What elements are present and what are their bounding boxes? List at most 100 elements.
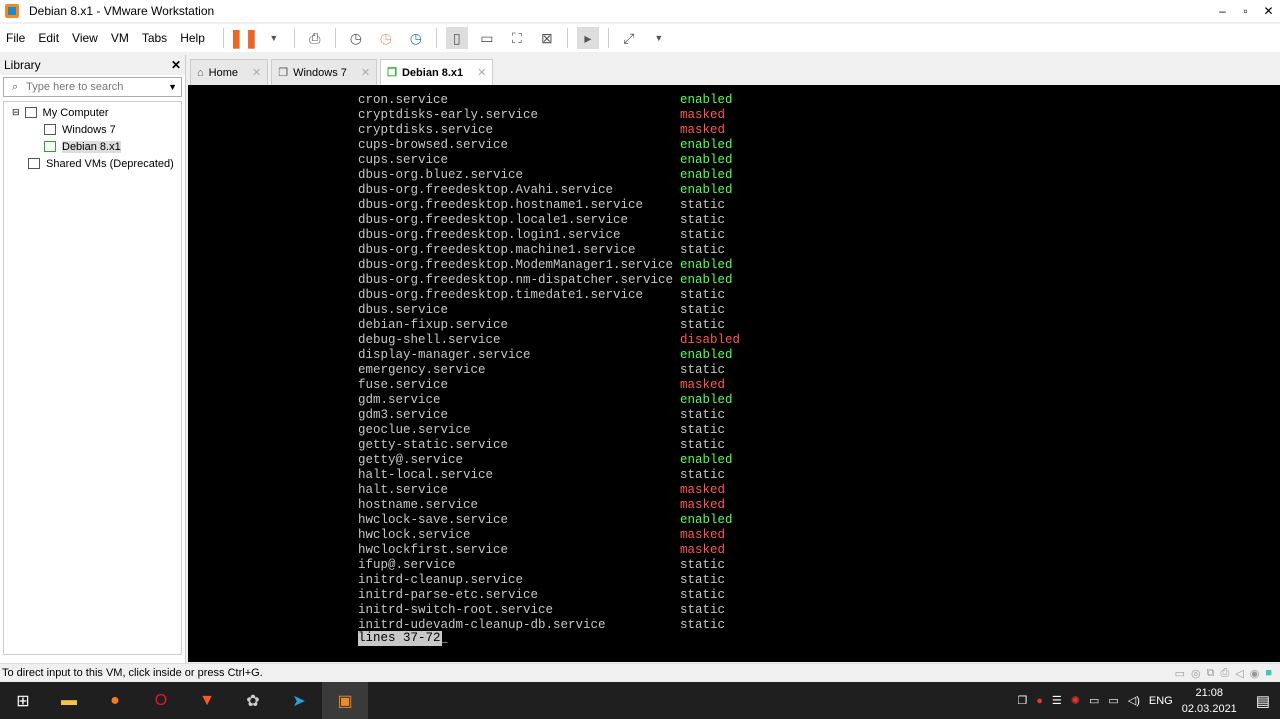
close-button[interactable]: ✕ xyxy=(1257,4,1280,18)
unit-state: enabled xyxy=(680,393,733,407)
tree-item-windows-7[interactable]: Windows 7 xyxy=(4,121,181,138)
unit-state: enabled xyxy=(680,153,733,167)
app-icon[interactable]: ✿ xyxy=(230,682,276,719)
full-screen-icon[interactable]: ⛶ xyxy=(506,27,528,49)
library-search-input[interactable]: ⌕ Type here to search ▼ xyxy=(3,77,182,97)
unit-name: geoclue.service xyxy=(358,423,471,437)
printer-icon[interactable]: ⎙ xyxy=(1220,667,1229,680)
hard-disk-icon[interactable]: ▭ xyxy=(1175,667,1185,680)
unit-state: enabled xyxy=(680,258,733,272)
tab-debian[interactable]: ❐ Debian 8.x1 ✕ xyxy=(380,59,494,85)
sound-icon[interactable]: ◁ xyxy=(1235,667,1243,680)
unit-state: enabled xyxy=(680,348,733,362)
menu-file[interactable]: File xyxy=(6,31,25,45)
send-ctrl-alt-del-icon[interactable]: ⎙ xyxy=(304,27,326,49)
message-log-icon[interactable]: ■ xyxy=(1265,667,1272,680)
unit-name: dbus-org.bluez.service xyxy=(358,168,524,182)
volume-icon[interactable]: ◁) xyxy=(1128,694,1140,707)
search-icon: ⌕ xyxy=(12,80,19,93)
menu-vm[interactable]: VM xyxy=(111,31,129,45)
network-icon[interactable]: ▭ xyxy=(1108,694,1118,707)
language-indicator[interactable]: ENG xyxy=(1149,695,1173,707)
unit-state: masked xyxy=(680,378,726,392)
console-view-icon[interactable]: ▸ xyxy=(576,27,599,49)
snapshot-manager-icon[interactable]: ◷ xyxy=(405,27,427,49)
snapshot-icon[interactable]: ◷ xyxy=(345,27,367,49)
tab-home[interactable]: ⌂ Home ✕ xyxy=(190,59,269,85)
network-app-tray-icon[interactable]: ✺ xyxy=(1071,694,1080,707)
unit-name: dbus-org.freedesktop.Avahi.service xyxy=(358,183,614,197)
unit-name: hwclock-save.service xyxy=(358,513,509,527)
unit-name: display-manager.service xyxy=(358,348,531,362)
menu-edit[interactable]: Edit xyxy=(38,31,59,45)
unit-state: enabled xyxy=(680,273,733,287)
tab-windows-7[interactable]: ❐ Windows 7 ✕ xyxy=(271,59,378,85)
battery-icon[interactable]: ▭ xyxy=(1089,694,1099,707)
vmware-taskbar-icon[interactable]: ▣ xyxy=(322,682,368,719)
maximize-button[interactable]: ▫ xyxy=(1234,4,1257,18)
telegram-icon[interactable]: ➤ xyxy=(276,682,322,719)
settings-tray-icon[interactable]: ☰ xyxy=(1052,694,1062,707)
close-tab-icon[interactable]: ✕ xyxy=(252,66,261,79)
close-tab-icon[interactable]: ✕ xyxy=(477,66,486,79)
notifications-icon[interactable]: ▤ xyxy=(1256,692,1270,710)
clock[interactable]: 21:08 02.03.2021 xyxy=(1182,685,1237,717)
chevron-down-icon[interactable]: ▼ xyxy=(648,27,670,49)
collapse-icon[interactable]: ⊟ xyxy=(12,107,20,118)
close-library-button[interactable]: ✕ xyxy=(171,58,181,72)
separator xyxy=(435,28,437,48)
stretch-icon[interactable]: ⤢ xyxy=(618,27,640,49)
unit-state: static xyxy=(680,618,726,632)
menu-help[interactable]: Help xyxy=(180,31,205,45)
firefox-icon[interactable]: ● xyxy=(92,682,138,719)
revert-snapshot-icon[interactable]: ◷ xyxy=(375,27,397,49)
menu-view[interactable]: View xyxy=(72,31,98,45)
chevron-down-icon[interactable]: ▼ xyxy=(263,27,285,49)
cd-icon[interactable]: ◎ xyxy=(1191,667,1201,680)
vm-console[interactable]: lines 37-72 _ cron.service enabled cryptdi… xyxy=(188,85,1280,662)
unity-icon[interactable]: ⊠ xyxy=(536,27,558,49)
vmware-tray-icon[interactable]: ❐ xyxy=(1017,694,1027,707)
computer-icon xyxy=(24,107,37,118)
unit-state: static xyxy=(680,588,726,602)
pager-status: lines 37-72 xyxy=(358,631,442,646)
minimize-button[interactable]: – xyxy=(1211,4,1234,18)
unit-name: initrd-switch-root.service xyxy=(358,603,554,617)
tree-item-shared-vms[interactable]: Shared VMs (Deprecated) xyxy=(4,155,181,172)
unit-state: masked xyxy=(680,108,726,122)
separator xyxy=(607,28,609,48)
thumbnail-bar-icon[interactable]: ▭ xyxy=(476,27,498,49)
chevron-down-icon[interactable]: ▼ xyxy=(168,82,177,92)
search-placeholder: Type here to search xyxy=(26,81,124,93)
close-tab-icon[interactable]: ✕ xyxy=(361,66,370,79)
unit-name: hwclock.service xyxy=(358,528,471,542)
unit-name: initrd-cleanup.service xyxy=(358,573,524,587)
unit-state: static xyxy=(680,438,726,452)
brave-icon[interactable]: ▼ xyxy=(184,682,230,719)
unit-name: gdm3.service xyxy=(358,408,449,422)
unit-state: masked xyxy=(680,123,726,137)
window-title: Debian 8.x1 - VMware Workstation xyxy=(29,4,215,18)
unit-name: cups.service xyxy=(358,153,449,167)
usb-icon[interactable]: ◉ xyxy=(1250,667,1260,680)
file-explorer-icon[interactable]: ▬ xyxy=(46,682,92,719)
tree-item-debian[interactable]: Debian 8.x1 xyxy=(4,138,181,155)
menu-tabs[interactable]: Tabs xyxy=(142,31,167,45)
vm-icon: ❐ xyxy=(278,67,289,79)
unit-name: dbus-org.freedesktop.hostname1.service xyxy=(358,198,644,212)
tree-item-my-computer[interactable]: ⊟ My Computer xyxy=(4,104,181,121)
home-icon: ⌂ xyxy=(197,66,204,79)
unit-name: hostname.service xyxy=(358,498,479,512)
unit-state: enabled xyxy=(680,453,733,467)
opera-icon[interactable]: O xyxy=(138,682,184,719)
unit-name: emergency.service xyxy=(358,363,486,377)
separator xyxy=(566,28,568,48)
network-icon[interactable]: ⧉ xyxy=(1207,667,1215,680)
start-button-windows-icon[interactable]: ⊞ xyxy=(0,682,46,719)
show-library-icon[interactable]: ▯ xyxy=(445,27,468,49)
pause-icon[interactable]: ❚❚ xyxy=(229,27,259,49)
unit-name: initrd-udevadm-cleanup-db.service xyxy=(358,618,606,632)
unit-state: static xyxy=(680,363,726,377)
app-tray-icon[interactable]: ● xyxy=(1036,695,1043,707)
unit-name: debian-fixup.service xyxy=(358,318,509,332)
